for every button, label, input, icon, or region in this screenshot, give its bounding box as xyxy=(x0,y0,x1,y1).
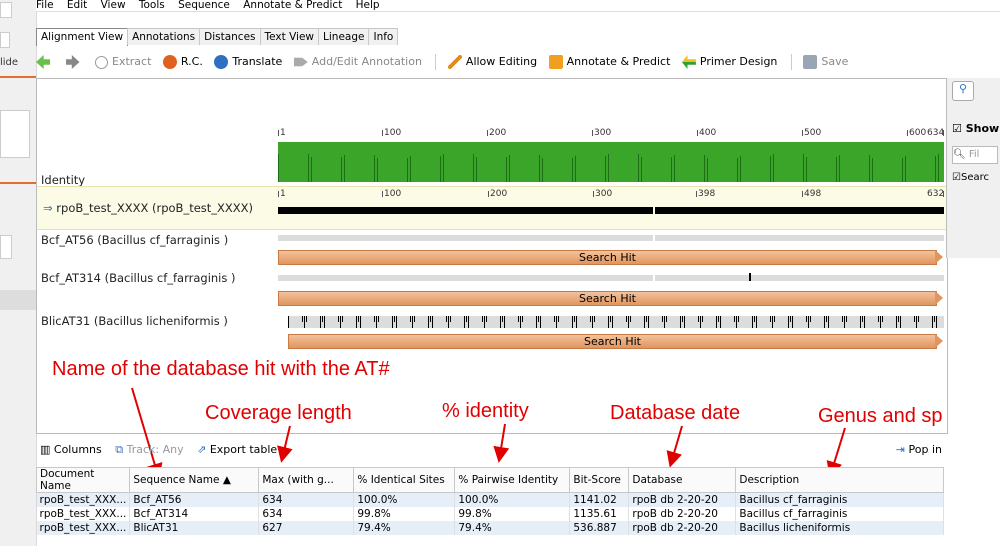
table-cell: 99.8% xyxy=(353,507,456,521)
column-header[interactable]: Sequence Name ▲ xyxy=(129,467,260,493)
table-cell: 79.4% xyxy=(353,521,456,535)
table-cell: rpoB db 2-20-20 xyxy=(628,492,737,507)
column-header[interactable]: Description xyxy=(735,467,944,493)
column-header[interactable]: % Identical Sites xyxy=(353,467,456,493)
table-cell: rpoB_test_XXX... xyxy=(36,521,131,535)
table-cell: 634 xyxy=(258,507,355,521)
column-header[interactable]: % Pairwise Identity xyxy=(454,467,571,493)
pop-in-label: Pop in xyxy=(908,443,942,456)
table-cell: Bcf_AT314 xyxy=(129,507,260,521)
column-header[interactable]: Max (with g... xyxy=(258,467,355,493)
table-cell: rpoB db 2-20-20 xyxy=(628,507,737,521)
table-row[interactable]: rpoB_test_XXX... Bcf_AT314 634 99.8% 99.… xyxy=(36,507,944,521)
table-cell: Bacillus cf_farraginis xyxy=(735,507,944,521)
column-header[interactable]: Database xyxy=(628,467,737,493)
table-header-row: Document Name Sequence Name ▲ Max (with … xyxy=(35,467,944,493)
table-cell: 1135.61 xyxy=(569,507,630,521)
annotation-arrows xyxy=(131,387,846,480)
pop-in-button[interactable]: ⇥ Pop in xyxy=(896,440,942,460)
export-label: Export table xyxy=(209,443,278,456)
table-toolbar: ▥ Columns ⧉ Track: Any ⇗ Export table ⇥ … xyxy=(36,440,946,460)
table-cell: rpoB db 2-20-20 xyxy=(628,521,737,535)
pop-in-icon: ⇥ xyxy=(895,443,909,456)
table-cell: 536.887 xyxy=(569,521,630,535)
columns-label: Columns xyxy=(53,443,102,456)
column-header[interactable]: Document Name xyxy=(35,467,131,493)
table-cell: Bcf_AT56 xyxy=(129,492,260,507)
export-table-button[interactable]: ⇗ Export table xyxy=(197,443,277,456)
table-cell: 1141.02 xyxy=(569,492,630,507)
table-cell: BlicAT31 xyxy=(129,521,260,535)
column-header[interactable]: Bit-Score xyxy=(569,467,630,493)
columns-button[interactable]: ▥ Columns xyxy=(40,443,102,456)
table-cell: 627 xyxy=(258,521,355,535)
track-button[interactable]: ⧉ Track: Any xyxy=(115,443,183,456)
table-cell: Bacillus cf_farraginis xyxy=(735,492,944,507)
track-icon: ⧉ xyxy=(115,443,127,456)
table-cell: 634 xyxy=(258,492,355,507)
table-cell: rpoB_test_XXX... xyxy=(36,492,131,507)
table-row[interactable]: rpoB_test_XXX... BlicAT31 627 79.4% 79.4… xyxy=(36,521,944,535)
table-cell: rpoB_test_XXX... xyxy=(36,507,131,521)
table-cell: 79.4% xyxy=(454,521,571,535)
table-cell: 99.8% xyxy=(454,507,571,521)
export-icon: ⇗ xyxy=(197,443,210,456)
table-cell: Bacillus licheniformis xyxy=(735,521,944,535)
table-cell: 100.0% xyxy=(454,492,571,507)
track-label: Track: Any xyxy=(126,443,184,456)
results-table: Document Name Sequence Name ▲ Max (with … xyxy=(35,467,944,535)
table-row[interactable]: rpoB_test_XXX... Bcf_AT56 634 100.0% 100… xyxy=(36,492,944,507)
table-cell: 100.0% xyxy=(353,492,456,507)
columns-icon: ▥ xyxy=(40,443,54,456)
